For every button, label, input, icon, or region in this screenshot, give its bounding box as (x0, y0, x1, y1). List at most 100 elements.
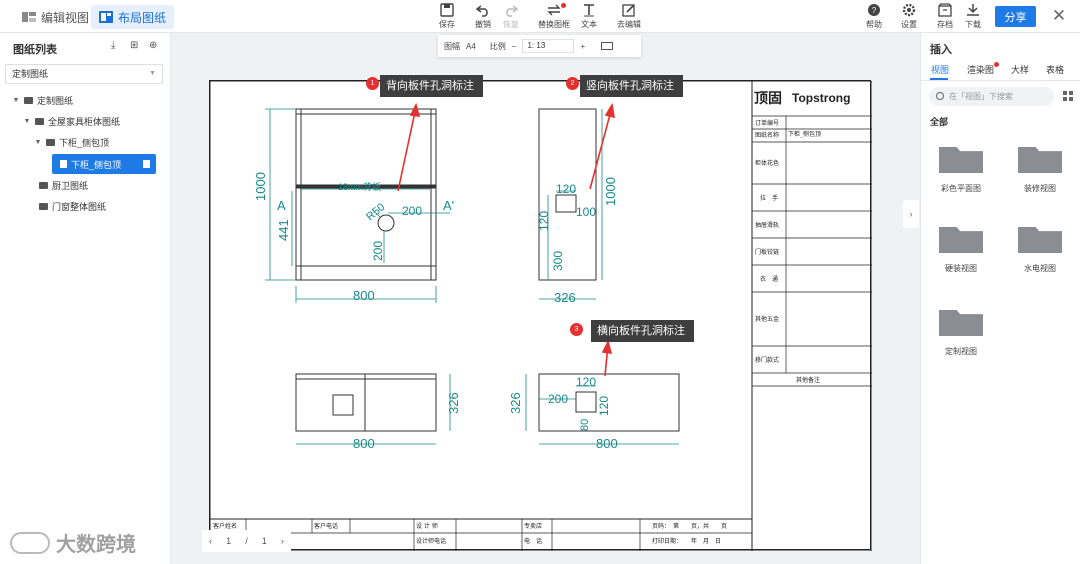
tab-view[interactable]: 视图 (931, 63, 949, 76)
tab-render-label: 渲染图 (967, 65, 995, 75)
download-label: 下载 (965, 20, 981, 29)
tree-item-doors-windows[interactable]: 门窗整体图纸 (27, 196, 106, 216)
designer-phone-label: 设计师电话 (416, 537, 446, 545)
text-button[interactable]: 文本 (571, 3, 607, 30)
search-placeholder: 在「视图」下搜索 (949, 92, 1013, 101)
import-icon[interactable]: ⤓ (111, 40, 122, 51)
settings-button[interactable]: 设置 (891, 3, 927, 30)
insert-item-plumbing-electric[interactable]: 水电视图 (1005, 223, 1075, 274)
tree-item-custom-drawings[interactable]: ▼ 定制图纸 (12, 90, 73, 110)
tab-layout-drawing-label: 布局图纸 (118, 10, 167, 25)
folder-icon (39, 202, 48, 210)
tree-item-kitchen-bath[interactable]: 厨卫图纸 (27, 175, 88, 195)
edit-icon (622, 4, 635, 17)
help-icon: ? (868, 4, 880, 16)
folder-icon (46, 138, 55, 146)
total-pages: 1 (261, 536, 267, 546)
folder-icon (24, 96, 33, 104)
undo-icon (476, 5, 488, 17)
side-hole-bottom-label: 300 (551, 251, 565, 271)
watermark-text: 大数跨境 (56, 534, 136, 556)
paper-size-value[interactable]: A4 (466, 42, 476, 51)
insert-item-decoration-view[interactable]: 装修视图 (1005, 143, 1075, 194)
replace-frame-label: 替换图框 (538, 20, 570, 29)
view-search-input[interactable]: 在「视图」下搜索 (929, 87, 1054, 106)
tree-item-label: 下柜_侧包顶 (71, 159, 122, 170)
prev-page-button[interactable]: ‹ (209, 536, 212, 546)
annotation-vertical-panel-hole[interactable]: 竖向板件孔洞标注 (580, 75, 683, 97)
cabinet-color-label: 柜体花色 (755, 159, 779, 167)
front-height-label: 1000 (253, 172, 268, 201)
insert-item-label: 硬装视图 (945, 264, 977, 273)
collapse-right-panel-button[interactable]: › (903, 200, 919, 228)
insert-panel-title: 插入 (930, 44, 952, 56)
remarks-label: 其他备注 (796, 376, 820, 384)
tree-item-label: 定制图纸 (37, 95, 74, 106)
replace-frame-button[interactable]: 替换图框 (536, 3, 572, 30)
handle-label: 拉 手 (760, 194, 778, 202)
insert-item-label: 彩色平面图 (941, 184, 981, 193)
drawing-canvas[interactable]: 1000 441 800 18mm背板 R50 200 200 A A' 100… (171, 33, 919, 564)
tree-item-lower-cabinet-sheet[interactable]: 下柜_侧包顶 (52, 154, 156, 174)
front-inner-height-label: 441 (276, 219, 291, 241)
notification-dot (994, 62, 1000, 67)
caret-down-icon: ▼ (23, 117, 31, 125)
grid-view-icon[interactable] (1063, 91, 1073, 101)
designer-label: 设 计 师 (416, 522, 438, 530)
tab-edit-view[interactable]: 编辑视图 (14, 5, 97, 29)
file-icon (60, 160, 67, 168)
panel-actions: ⤓ ⊞ ⊕ (111, 40, 160, 51)
folder-icon (35, 117, 44, 125)
annotation-horizontal-panel-hole[interactable]: 横向板件孔洞标注 (591, 320, 694, 342)
share-button[interactable]: 分享 (995, 6, 1036, 27)
add-folder-icon[interactable]: ⊞ (130, 40, 141, 51)
insert-item-hard-decoration[interactable]: 硬装视图 (926, 223, 996, 274)
tab-render[interactable]: 渲染图 (967, 62, 1000, 76)
insert-item-custom-view[interactable]: 定制视图 (926, 306, 996, 357)
redo-button[interactable]: 恢复 (493, 3, 529, 30)
tab-table[interactable]: 表格 (1046, 63, 1064, 76)
tree-item-lower-cabinet-folder[interactable]: ▼ 下柜_侧包顶 (34, 132, 109, 152)
text-icon (584, 4, 594, 17)
top-depth-label: 326 (446, 392, 461, 414)
paper-size-label: 图幅 (444, 41, 460, 51)
zoom-in-button[interactable]: + (580, 42, 585, 51)
next-page-button[interactable]: › (281, 536, 284, 546)
section-a-label: A (277, 198, 286, 213)
section-a-prime-label: A' (443, 198, 454, 213)
go-edit-button[interactable]: 去编辑 (611, 3, 647, 30)
help-button[interactable]: ? 帮助 (856, 3, 892, 30)
trash-icon[interactable] (143, 160, 150, 168)
tree-item-cabinet-drawings[interactable]: ▼ 全屋家具柜体图纸 (23, 111, 120, 131)
front-hole-x-label: 200 (402, 204, 422, 218)
title-block (210, 115, 872, 551)
side-hole-top-label: 120 (556, 182, 576, 196)
tab-layout-drawing[interactable]: 布局图纸 (91, 5, 175, 29)
drawing-name-label: 图纸名称 (755, 131, 779, 139)
chevron-down-icon: ▼ (149, 70, 156, 77)
save-button[interactable]: 保存 (429, 3, 465, 30)
drawing-type-select[interactable]: 定制图纸 ▼ (5, 64, 163, 84)
scale-input[interactable]: 1: 13 (522, 39, 575, 53)
folder-icon (39, 181, 48, 189)
tab-detail[interactable]: 大样 (1011, 63, 1029, 76)
caret-down-icon: ▼ (34, 138, 42, 146)
add-file-icon[interactable]: ⊕ (149, 40, 160, 51)
help-label: 帮助 (866, 20, 882, 29)
ruler-icon[interactable] (601, 42, 614, 50)
drawing-type-value: 定制图纸 (12, 69, 49, 79)
bottom-hole-left-label: 200 (548, 392, 568, 406)
zoom-out-button[interactable]: − (512, 42, 517, 51)
annotation-badge-1: 1 (366, 77, 379, 90)
bottom-hole-small-label: 80 (579, 419, 591, 431)
door-hinge-label: 门板铰链 (755, 248, 779, 256)
close-icon[interactable]: ✕ (1050, 7, 1068, 25)
annotation-badge-2: 2 (566, 77, 579, 90)
annotation-back-panel-hole[interactable]: 背向板件孔洞标注 (380, 75, 483, 97)
download-button[interactable]: 下载 (955, 3, 991, 30)
insert-item-color-plan[interactable]: 彩色平面图 (926, 143, 996, 194)
download-icon (967, 4, 979, 16)
tree-item-label: 全屋家具柜体图纸 (48, 116, 121, 127)
settings-label: 设置 (901, 20, 917, 29)
page-separator: / (245, 536, 248, 546)
